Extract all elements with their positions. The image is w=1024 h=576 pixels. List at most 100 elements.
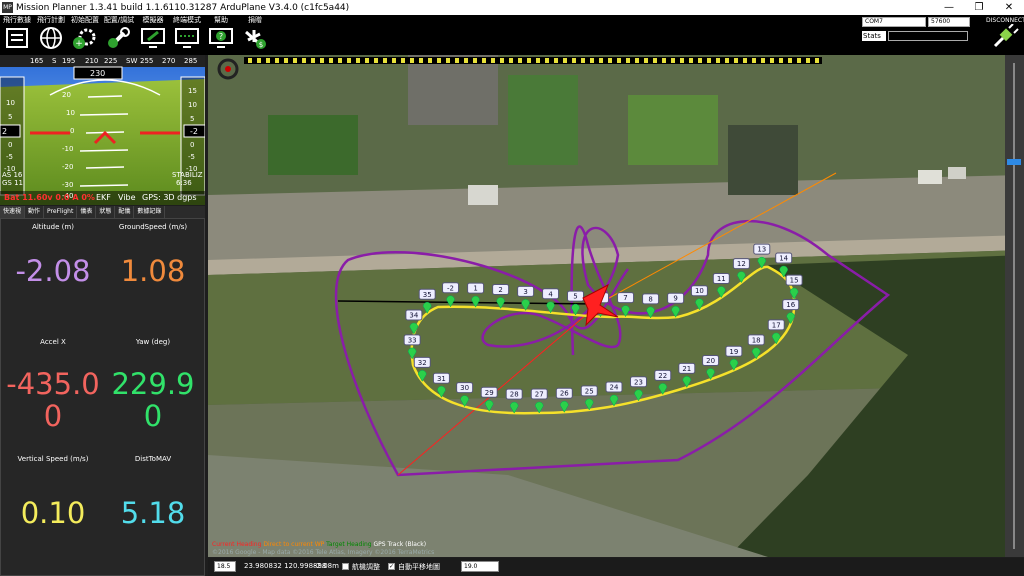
stats-select[interactable] [888,31,968,41]
slider-tick [446,58,450,63]
menu-initial-setup[interactable]: 初始配置 + [68,15,102,55]
waypoint-number: 5 [573,293,577,301]
slider-tick [401,58,405,63]
slider-tick [500,58,504,63]
menu-label: 飛行計劃 [37,16,65,24]
close-button[interactable]: ✕ [994,0,1024,15]
slider-tick [509,58,513,63]
heading-tick: 270 [162,57,176,65]
menu-config-tuning[interactable]: 配置/調試 [102,15,136,55]
quick-vertical-speed[interactable]: Vertical Speed (m/s) 0.10 [3,455,103,529]
waypoint-number: 33 [408,336,417,344]
slider-tick [419,58,423,63]
slider-tick [572,58,576,63]
pitch-label: 0 [70,127,75,135]
zoom-level-box[interactable]: 18.5 [214,561,236,572]
flight-time: 6:36 [176,179,192,187]
pitch-label: -10 [62,145,74,153]
com-port-select[interactable]: COM7 [862,17,926,27]
waypoint-number: 22 [658,372,667,380]
menu-donate[interactable]: 捐贈 $ [238,15,272,55]
tab-dataflash[interactable]: 數據記錄 [134,206,166,218]
waypoint-number: 25 [585,387,594,395]
simulator-icon [141,28,165,48]
slider-tick [374,58,378,63]
center-map-checkbox[interactable]: ✓ [388,563,395,570]
tab-preflight[interactable]: PreFlight [44,206,78,218]
help-icon: ? [209,28,233,48]
terminal-icon [175,28,199,48]
waypoint-number: 19 [729,348,738,356]
menu-simulator[interactable]: 模擬器 [136,15,170,55]
legend-current-heading: Current Heading [212,541,262,548]
left-scale-tick: 5 [8,113,13,121]
left-scale-tick: 10 [6,99,15,107]
battery-status: Bat 11.60v 0.0 A 0% [4,193,95,202]
disconnect-button[interactable]: DISCONNECT [986,17,1024,53]
quick-groundspeed[interactable]: GroundSpeed (m/s) 1.08 [103,223,203,287]
slider-tick [644,58,648,63]
quick-altitude[interactable]: Altitude (m) -2.08 [3,223,103,287]
zoom-scrollbar[interactable] [1005,55,1024,557]
slider-tick [491,58,495,63]
baud-rate-select[interactable]: 57600 [928,17,970,27]
slider-tick [518,58,522,63]
slider-tick [662,58,666,63]
waypoint-number: 11 [717,275,726,283]
tab-quick[interactable]: 快速視 [0,206,26,218]
waypoint-number: -2 [447,284,454,292]
waypoint-number: 21 [682,365,691,373]
legend-gps-track: GPS Track (Black) [373,541,427,548]
slider-tick [320,58,324,63]
tab-gauges[interactable]: 儀表 [77,206,97,218]
menu-help[interactable]: 幫助 ? [204,15,238,55]
com-port-value: COM7 [865,18,883,25]
slider-tick [581,58,585,63]
tab-strip: 快速視 動作 PreFlight 儀表 狀態 配儀 數據記錄 [0,206,205,218]
satellite-map[interactable]: -212345678910111213141516171819202122232… [208,55,1024,557]
slider-tick [797,58,801,63]
svg-text:?: ? [219,32,223,41]
quick-accel-x[interactable]: Accel X -435.0 0 [3,338,103,432]
title-bar: MP Mission Planner 1.3.41 build 1.1.6110… [0,0,1024,15]
menu-terminal[interactable]: 終端模式 [170,15,204,55]
quick-yaw[interactable]: Yaw (deg) 229.9 0 [103,338,203,432]
altitude-readout: -2 [190,127,198,136]
quick-dist-to-mav[interactable]: DistToMAV 5.18 [103,455,203,529]
menu-flight-data[interactable]: 飛行數據 [0,15,34,55]
slider-tick [770,58,774,63]
wrench-icon [108,27,130,48]
airspeed-text: AS 16 [2,171,23,179]
waypoint-number: 8 [648,295,652,303]
tab-actions[interactable]: 動作 [25,206,45,218]
waypoint-number: 7 [623,294,627,302]
menu-label: 配置/調試 [103,16,135,24]
waypoint-number: 14 [779,255,788,263]
waypoint-number: 34 [409,311,418,319]
waypoint-number: 3 [523,288,527,296]
slider-tick [338,58,342,63]
zoom-input[interactable]: 19.0 [461,561,499,572]
right-scale-tick: 15 [188,87,197,95]
minimize-button[interactable]: — [934,0,964,15]
tab-status[interactable]: 狀態 [96,206,116,218]
quick-label: DistToMAV [134,455,172,463]
slider-tick [545,58,549,63]
auto-pan-checkbox[interactable] [342,563,349,570]
heading-tick: 165 [30,57,44,65]
menu-flight-plan[interactable]: 飛行計劃 [34,15,68,55]
pitch-label: -20 [62,163,74,171]
quick-label: GroundSpeed (m/s) [118,223,188,231]
maximize-button[interactable]: ❐ [964,0,994,15]
heading-tick: 210 [85,57,99,65]
slider-tick [356,58,360,63]
tab-servo[interactable]: 配儀 [115,206,135,218]
slider-tick [617,58,621,63]
waypoint-number: 28 [510,391,519,399]
waypoint-number: 20 [706,357,715,365]
map-view[interactable]: -212345678910111213141516171819202122232… [208,55,1024,557]
slider-tick [365,58,369,63]
zoom-thumb[interactable] [1007,159,1021,165]
main-menu-bar: 飛行數據 飛行計劃 初始配置 + 配置/調試 模擬器 終端模式 幫助 ? 捐贈 [0,15,1024,55]
slider-tick [689,58,693,63]
